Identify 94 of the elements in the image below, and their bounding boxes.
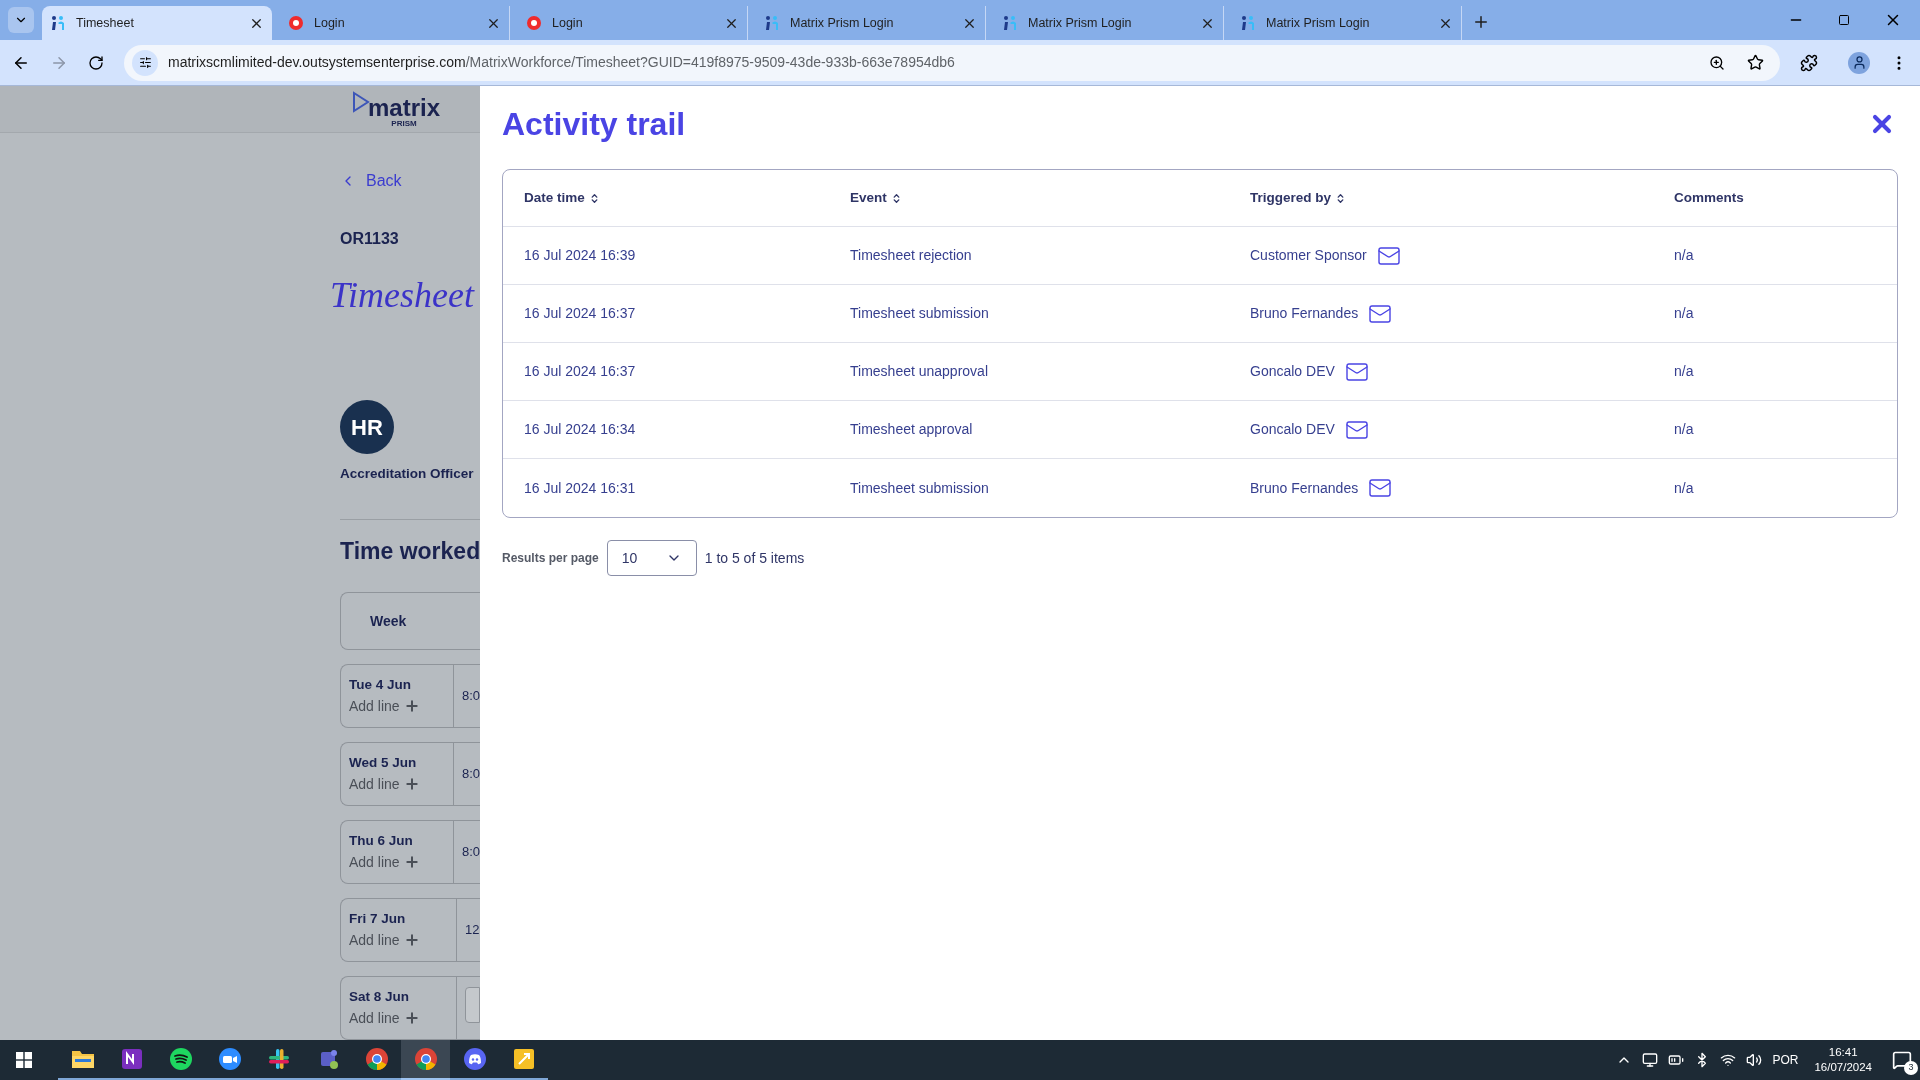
monitor-icon[interactable] [1642,1052,1659,1068]
day-label: Sat 8 Jun [349,988,411,1007]
language-indicator[interactable]: POR [1772,1051,1799,1069]
day-label: Tue 4 Jun [349,676,412,695]
clock[interactable]: 16:41 16/07/2024 [1814,1045,1872,1075]
restore-icon[interactable] [1838,14,1850,26]
browser-icon [413,1047,438,1071]
table-cell-text: Timesheet unapproval [850,362,989,381]
table-cell-text: 16 Jul 2024 16:37 [524,304,637,323]
hours-field[interactable] [465,987,480,1023]
add-line-button[interactable]: Add line [349,1007,456,1029]
tab-title: Login [552,14,584,32]
add-line-button[interactable]: Add line [349,773,453,795]
hours-text: 8:0 [460,687,480,706]
record-icon [288,15,304,31]
table-cell-text: Timesheet submission [850,478,990,498]
column-header: Comments [1674,188,1745,207]
table-cell-text: Goncalo DEV [1250,362,1335,381]
profile-icon[interactable] [1848,51,1870,74]
tab-title: Timesheet [76,14,135,32]
tab-title: Matrix Prism Login [1028,14,1133,32]
notifications-icon[interactable] [1892,1050,1912,1070]
notebook-icon [119,1047,144,1071]
people-icon [50,15,66,31]
notification-count: 3 [1904,1061,1918,1075]
volume-icon[interactable] [1746,1052,1763,1068]
add-line-button[interactable]: Add line [349,851,453,873]
avatar-logo: HR [340,400,394,455]
browser-tab[interactable]: Timesheet [42,6,272,40]
battery-icon[interactable] [1668,1052,1685,1068]
day-label: Thu 6 Jun [349,832,414,851]
people-icon [1002,15,1018,31]
add-line-button[interactable]: Add line [349,929,456,951]
windows-start-icon[interactable] [16,1052,32,1068]
game-controller-icon [462,1047,487,1071]
table-cell-text: Goncalo DEV [1250,420,1335,439]
browser-icon [364,1047,389,1071]
table-cell-text: Timesheet submission [850,304,990,323]
panel-title: Activity trail [502,105,686,144]
wifi-icon[interactable] [1720,1052,1737,1068]
table-cell-text: 16 Jul 2024 16:31 [524,478,637,498]
day-label: Fri 7 Jun [349,910,407,929]
page-size-select[interactable]: 10 [606,540,697,576]
hours-text: 8:0 [460,765,480,784]
hours-text: 12 [464,921,480,940]
app-icon [511,1047,536,1071]
tab-title: Login [314,14,346,32]
items-summary: 1 to 5 of 5 items [704,548,805,568]
week-label: Week [370,611,407,631]
back-link[interactable]: Back [340,169,480,194]
column-header[interactable]: Event [850,187,1250,209]
bookmark-star-icon[interactable] [1747,54,1764,71]
people-icon [1240,15,1256,31]
reload-icon[interactable] [88,54,104,71]
sound-waves-icon [168,1047,193,1071]
site-info-icon[interactable] [132,49,158,76]
table-cell-text: 16 Jul 2024 16:37 [524,362,637,381]
table-cell-text: n/a [1674,246,1695,265]
table-cell-text: Bruno Fernandes [1250,478,1359,498]
reference-number: OR1133 [340,229,400,250]
video-app-icon [217,1047,242,1071]
column-header[interactable]: Date time [524,187,850,209]
table-cell-text: Customer Sponsor [1250,246,1367,265]
table-cell-text: Bruno Fernandes [1250,304,1359,323]
extensions-icon[interactable] [1800,53,1818,72]
url-text: matrixscmlimited-dev.outsystemsenterprise.com/MatrixWorkforce/Timesheet?GUID=419f8975-9509-43de-933b-663e78954db6 [168,53,956,72]
address-bar[interactable]: matrixscmlimited-dev.outsystemsenterprise.com/MatrixWorkforce/Timesheet?GUID=419f8975-9509-43de-933b-663e78954db6 [124,44,1780,81]
column-header[interactable]: Triggered by [1250,187,1674,209]
day-label: Wed 5 Jun [349,754,418,773]
table-cell-text: 16 Jul 2024 16:39 [524,246,637,265]
hours-text: 8:0 [460,843,480,862]
tab-title: Matrix Prism Login [790,14,895,32]
section-heading: Time worked [340,536,480,566]
new-tab-icon[interactable] [1472,13,1490,31]
hash-icon [266,1047,291,1071]
page-title: Timesheet [330,274,474,318]
role-label: Accreditation Officer [340,465,475,484]
tab-title: Matrix Prism Login [1266,14,1371,32]
add-line-button[interactable]: Add line [349,695,453,717]
results-per-page-label: Results per page [502,550,599,567]
people-icon [764,15,780,31]
zoom-icon[interactable] [1709,54,1725,71]
table-cell-text: n/a [1674,478,1695,498]
record-icon [526,15,542,31]
folder-icon [70,1049,95,1069]
table-cell-text: Timesheet approval [850,420,974,439]
envelope-icon[interactable] [1368,476,1393,500]
matrix-logo[interactable]: matrix PRISM [352,90,441,128]
table-cell-text: Timesheet rejection [850,246,973,265]
table-cell-text: n/a [1674,304,1695,323]
table-cell-text: 16 Jul 2024 16:34 [524,420,637,439]
table-cell-text: n/a [1674,362,1695,381]
table-cell-text: n/a [1674,420,1695,439]
tab-search-button[interactable] [8,7,34,33]
